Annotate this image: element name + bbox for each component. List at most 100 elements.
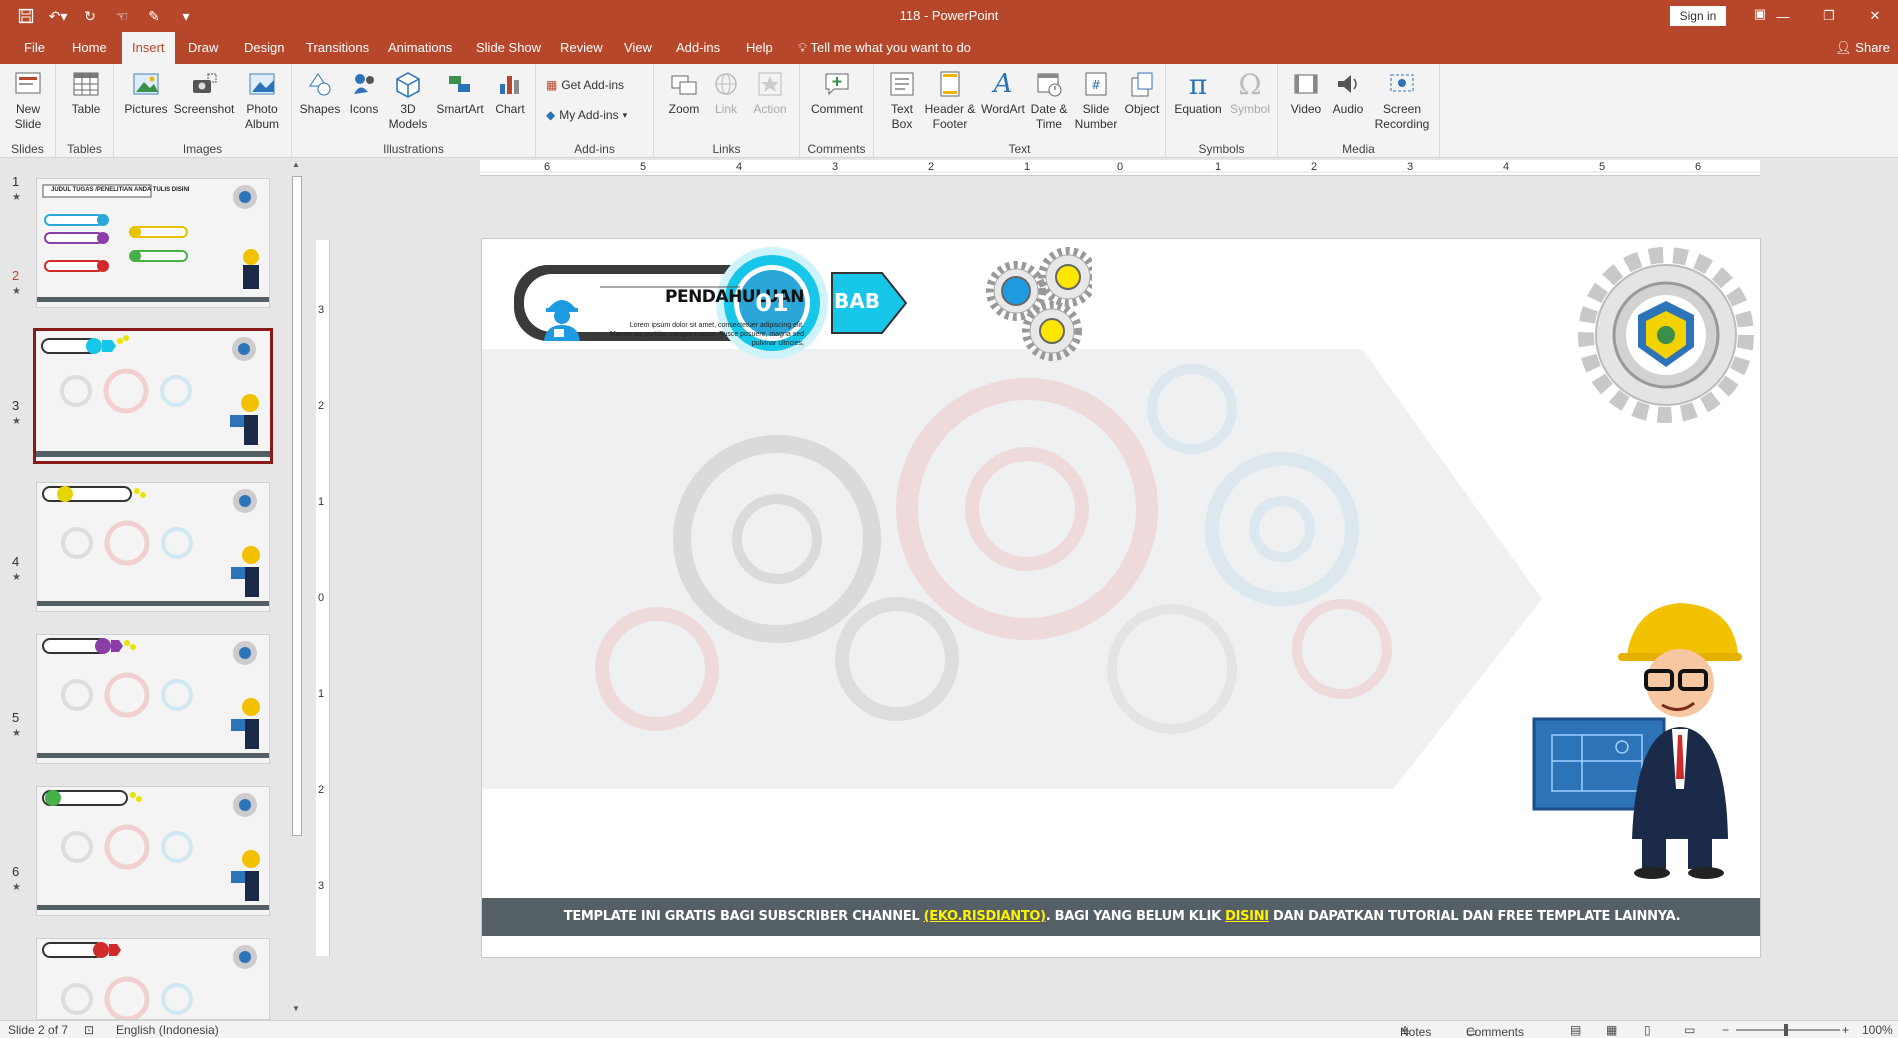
language-indicator[interactable]: English (Indonesia) <box>116 1023 219 1037</box>
table-button[interactable]: Table <box>68 68 104 117</box>
my-add-ins-button[interactable]: ◆ My Add-ins ▾ <box>546 108 627 122</box>
scroll-up-icon[interactable]: ▲ <box>292 160 300 169</box>
photo-album-button[interactable]: Photo Album <box>238 68 286 132</box>
footer-text: TEMPLATE INI GRATIS BAGI SUBSCRIBER CHAN… <box>563 909 924 924</box>
tab-slide-show[interactable]: Slide Show <box>466 32 551 64</box>
group-links: Zoom Link Action Links <box>654 64 800 158</box>
vertical-ruler: 3 2 1 0 1 2 3 <box>316 240 330 956</box>
table-label: Table <box>71 102 101 116</box>
slide-thumbnail-3[interactable] <box>36 482 270 612</box>
spell-check-icon[interactable]: ⊡ <box>84 1023 94 1037</box>
equation-button[interactable]: π Equation <box>1170 68 1226 117</box>
slide-thumbnail-4[interactable] <box>36 634 270 764</box>
3d-models-button[interactable]: 3D Models <box>384 68 432 132</box>
new-slide-icon <box>13 68 43 100</box>
zoom-slider-thumb[interactable] <box>1784 1024 1788 1036</box>
slide-thumbnail-6[interactable] <box>36 938 270 1020</box>
smartart-button[interactable]: SmartArt <box>432 68 488 117</box>
scroll-down-icon[interactable]: ▼ <box>292 1004 300 1013</box>
window-title: 118 - PowerPoint <box>899 8 999 23</box>
restore-icon[interactable]: ❐ <box>1806 0 1852 32</box>
pictures-label: Pictures <box>124 102 168 116</box>
tab-draw[interactable]: Draw <box>178 32 228 64</box>
slide-thumbnail-pane: 1 ★ JUDUL TUGAS /PENELITIAN ANDA TULIS D… <box>0 158 304 1020</box>
slide-canvas[interactable]: PENDAHULUAN Lorem ipsum dolor sit amet, … <box>481 238 1761 958</box>
ruler-label: 0 <box>318 592 325 604</box>
minimize-icon[interactable]: — <box>1760 0 1806 32</box>
tab-review[interactable]: Review <box>550 32 613 64</box>
sign-in-button[interactable]: Sign in <box>1670 6 1726 26</box>
object-icon <box>1127 68 1157 100</box>
reading-view-icon[interactable]: ▯ <box>1644 1023 1651 1037</box>
object-button[interactable]: Object <box>1122 68 1162 117</box>
ruler-label: 1 <box>318 496 325 508</box>
smartart-label: SmartArt <box>436 102 484 116</box>
slide-show-icon[interactable]: ▭ <box>1684 1023 1695 1037</box>
normal-view-icon[interactable]: ▤ <box>1570 1023 1581 1037</box>
tab-insert[interactable]: Insert <box>122 32 175 64</box>
ruler-label: 6 <box>544 161 551 173</box>
audio-button[interactable]: Audio <box>1328 68 1368 117</box>
tab-add-ins[interactable]: Add-ins <box>666 32 730 64</box>
date-time-button[interactable]: Date & Time <box>1026 68 1072 132</box>
shapes-button[interactable]: Shapes <box>298 68 342 117</box>
chart-button[interactable]: Chart <box>490 68 530 117</box>
tell-me-search[interactable]: 💡︎ Tell me what you want to do <box>798 32 971 64</box>
group-comments: Comment Comments <box>800 64 874 158</box>
comment-button[interactable]: Comment <box>808 68 866 117</box>
tab-transitions[interactable]: Transitions <box>296 32 379 64</box>
scrollbar-thumb[interactable] <box>292 176 302 836</box>
animation-star-icon: ★ <box>12 728 21 739</box>
footer-channel-link[interactable]: (EKO.RISDIANTO) <box>924 909 1046 924</box>
new-slide-button[interactable]: New Slide <box>8 68 48 132</box>
video-button[interactable]: Video <box>1286 68 1326 117</box>
ruler-label: 5 <box>1599 161 1606 173</box>
text-box-button[interactable]: Text Box <box>882 68 922 132</box>
slide-thumbnail-5[interactable] <box>36 786 270 916</box>
share-button[interactable]: 👤︎ Share <box>1835 32 1890 64</box>
object-label: Object <box>1124 102 1160 116</box>
slide-thumbnail-2[interactable] <box>33 328 273 464</box>
thumbnail-scrollbar[interactable]: ▲ ▼ <box>290 158 304 1020</box>
ruler-label: 4 <box>1503 161 1510 173</box>
tab-file[interactable]: File <box>14 32 55 64</box>
icons-label: Icons <box>349 102 379 116</box>
tab-home[interactable]: Home <box>62 32 117 64</box>
group-images: Pictures Screenshot Photo Album Images <box>114 64 292 158</box>
zoom-button[interactable]: Zoom <box>664 68 704 117</box>
wordart-button[interactable]: A WordArt <box>978 68 1028 117</box>
zoom-in-icon[interactable]: + <box>1842 1023 1849 1037</box>
tab-view[interactable]: View <box>614 32 662 64</box>
notes-label: Notes <box>1400 1025 1432 1038</box>
screenshot-button[interactable]: Screenshot <box>174 68 234 117</box>
ruler-label: 3 <box>318 880 325 892</box>
tab-animations[interactable]: Animations <box>378 32 462 64</box>
date-time-label: Date & Time <box>1030 102 1068 131</box>
screen-recording-button[interactable]: Screen Recording <box>1370 68 1434 132</box>
slide-sorter-icon[interactable]: ▦ <box>1606 1023 1617 1037</box>
slide-number-button[interactable]: # Slide Number <box>1072 68 1120 132</box>
pictures-button[interactable]: Pictures <box>124 68 168 117</box>
zoom-out-icon[interactable]: − <box>1722 1023 1729 1037</box>
group-media: Video Audio Screen Recording Media <box>1278 64 1440 158</box>
symbol-button[interactable]: Ω Symbol <box>1226 68 1274 117</box>
zoom-level[interactable]: 100% <box>1862 1023 1893 1037</box>
close-icon[interactable]: ✕ <box>1852 0 1898 32</box>
footer-disini-link[interactable]: DISINI <box>1225 909 1269 924</box>
slide-indicator: Slide 2 of 7 <box>8 1023 69 1037</box>
header-footer-button[interactable]: Header & Footer <box>924 68 976 132</box>
chapter-number: 01 <box>755 289 789 317</box>
link-button[interactable]: Link <box>708 68 744 117</box>
action-label: Action <box>753 102 787 116</box>
tab-design[interactable]: Design <box>234 32 294 64</box>
action-button[interactable]: Action <box>748 68 792 117</box>
tab-help[interactable]: Help <box>736 32 783 64</box>
get-add-ins-button[interactable]: ▦ Get Add-ins <box>546 78 624 92</box>
text-box-label: Text Box <box>890 102 913 131</box>
engineer-character-image <box>1532 603 1742 879</box>
title-bar: ↶▾ ↻ ☜ ✎ ▾ 118 - PowerPoint Sign in ▣ — … <box>0 0 1898 32</box>
slide-thumbnail-1[interactable]: JUDUL TUGAS /PENELITIAN ANDA TULIS DISIN… <box>36 178 270 308</box>
icons-button[interactable]: Icons <box>344 68 384 117</box>
zoom-slider[interactable] <box>1736 1029 1840 1031</box>
symbol-label: Symbol <box>1229 102 1270 116</box>
